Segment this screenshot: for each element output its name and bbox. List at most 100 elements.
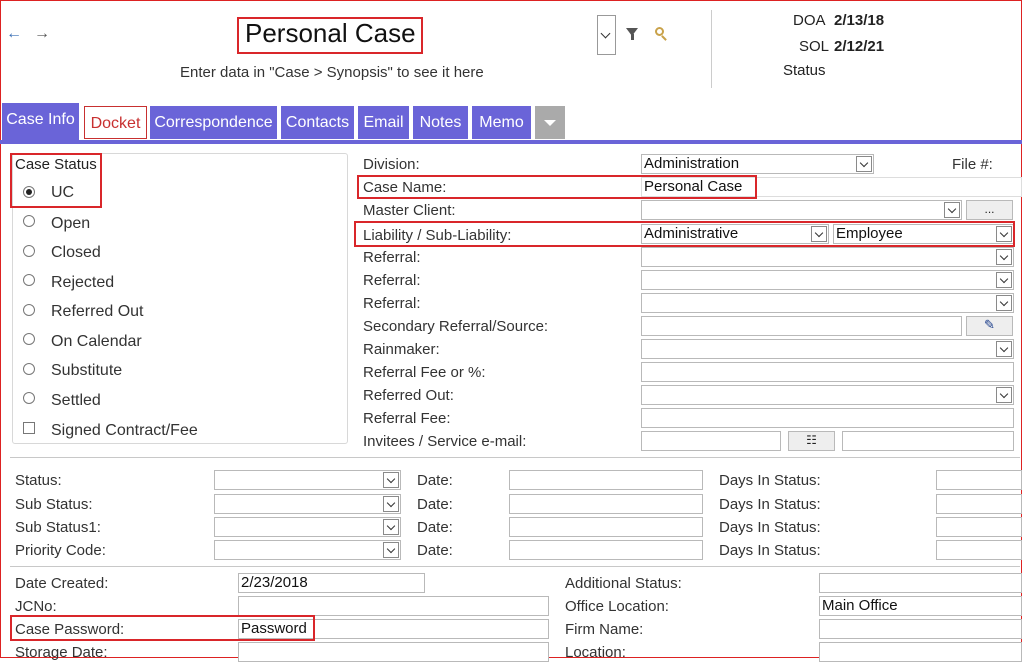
priority-code-select[interactable] — [214, 540, 401, 560]
edit-icon[interactable]: ✎ — [966, 316, 1013, 336]
chevron-down-icon — [383, 496, 399, 512]
referral-1-label: Referral: — [363, 249, 421, 266]
tab-email[interactable]: Email — [358, 106, 409, 139]
firm-name-label: Firm Name: — [565, 621, 644, 638]
chevron-down-icon — [996, 272, 1012, 288]
forward-arrow-icon[interactable]: → — [34, 25, 50, 43]
sub-status-label: Sub Status: — [15, 496, 93, 513]
tab-memo[interactable]: Memo — [472, 106, 531, 139]
location-label: Location: — [565, 644, 626, 661]
address-book-icon[interactable]: ☷ — [788, 431, 835, 451]
file-number-label: File #: — [952, 156, 993, 173]
referred-out-label: Referred Out: — [363, 387, 454, 404]
status-date-field[interactable] — [509, 470, 703, 490]
sub-status-date-label: Date: — [417, 496, 453, 513]
chevron-down-icon — [383, 542, 399, 558]
signed-contract-label: Signed Contract/Fee — [51, 422, 198, 439]
tab-case-info[interactable]: Case Info — [2, 103, 79, 141]
referral-2-label: Referral: — [363, 272, 421, 289]
status-label: Status — [783, 62, 826, 79]
tab-docket[interactable]: Docket — [84, 106, 147, 139]
office-location-label: Office Location: — [565, 598, 669, 615]
invitees-label: Invitees / Service e-mail: — [363, 433, 527, 450]
synopsis-text: Enter data in "Case > Synopsis" to see i… — [180, 64, 484, 81]
sol-value: 2/12/21 — [834, 38, 885, 55]
radio-substitute[interactable] — [23, 363, 35, 375]
radio-open-label: Open — [51, 215, 91, 232]
rainmaker-select[interactable] — [641, 339, 1014, 359]
chevron-down-icon — [996, 341, 1012, 357]
referred-out-select[interactable] — [641, 385, 1014, 405]
rainmaker-label: Rainmaker: — [363, 341, 440, 358]
master-client-select[interactable] — [641, 200, 962, 220]
referral-1-select[interactable] — [641, 247, 1014, 267]
priority-date-field[interactable] — [509, 540, 703, 560]
invitees-field[interactable] — [641, 431, 781, 451]
doa-value: 2/13/18 — [834, 12, 885, 29]
sub-status-days-field[interactable] — [936, 494, 1022, 514]
chevron-down-icon — [996, 249, 1012, 265]
referral-fee-field[interactable] — [641, 408, 1014, 428]
title-highlight — [237, 17, 423, 54]
signed-contract-checkbox[interactable] — [23, 422, 35, 434]
status-date-label: Date: — [417, 472, 453, 489]
sub-status1-date-field[interactable] — [509, 517, 703, 537]
sub-status1-days-label: Days In Status: — [719, 519, 821, 536]
header-dropdown[interactable] — [597, 15, 616, 55]
case-name-highlight — [357, 175, 757, 199]
status-days-label: Days In Status: — [719, 472, 821, 489]
chevron-down-icon — [856, 156, 872, 172]
referral-3-label: Referral: — [363, 295, 421, 312]
radio-rejected-label: Rejected — [51, 274, 115, 291]
radio-substitute-label: Substitute — [51, 362, 123, 379]
radio-settled[interactable] — [23, 392, 35, 404]
referral-fee-pct-label: Referral Fee or %: — [363, 364, 486, 381]
radio-rejected[interactable] — [23, 274, 35, 286]
chevron-down-icon — [383, 519, 399, 535]
secondary-referral-field[interactable] — [641, 316, 962, 336]
radio-uc-label: UC — [51, 184, 75, 201]
priority-date-label: Date: — [417, 542, 453, 559]
date-created-field[interactable]: 2/23/2018 — [238, 573, 425, 593]
radio-closed[interactable] — [23, 245, 35, 257]
jcno-label: JCNo: — [15, 598, 57, 615]
location-field[interactable] — [819, 642, 1022, 662]
master-client-browse-button[interactable]: ... — [966, 200, 1013, 220]
sub-status1-label: Sub Status1: — [15, 519, 101, 536]
radio-uc[interactable] — [23, 186, 35, 198]
sub-status-select[interactable] — [214, 494, 401, 514]
sub-status1-select[interactable] — [214, 517, 401, 537]
referral-3-select[interactable] — [641, 293, 1014, 313]
tab-contacts[interactable]: Contacts — [281, 106, 354, 139]
tab-correspondence[interactable]: Correspondence — [150, 106, 277, 139]
section-divider-1 — [10, 457, 1020, 458]
referral-fee-pct-field[interactable] — [641, 362, 1014, 382]
jcno-field[interactable] — [238, 596, 549, 616]
referral-2-select[interactable] — [641, 270, 1014, 290]
service-email-field[interactable] — [842, 431, 1014, 451]
firm-name-field[interactable] — [819, 619, 1022, 639]
radio-open[interactable] — [23, 215, 35, 227]
storage-date-label: Storage Date: — [15, 644, 108, 661]
tab-more[interactable] — [535, 106, 565, 139]
sub-status-date-field[interactable] — [509, 494, 703, 514]
chevron-down-icon — [944, 202, 960, 218]
tab-notes[interactable]: Notes — [413, 106, 468, 139]
priority-code-label: Priority Code: — [15, 542, 106, 559]
storage-date-field[interactable] — [238, 642, 549, 662]
office-location-field[interactable]: Main Office — [819, 596, 1022, 616]
radio-referred-out[interactable] — [23, 304, 35, 316]
division-value: Administration — [644, 155, 740, 172]
sub-status1-days-field[interactable] — [936, 517, 1022, 537]
radio-on-calendar-label: On Calendar — [51, 333, 142, 350]
tab-underline — [0, 140, 1022, 144]
priority-days-field[interactable] — [936, 540, 1022, 560]
chevron-down-icon — [383, 472, 399, 488]
division-select[interactable]: Administration — [641, 154, 874, 174]
back-arrow-icon[interactable]: ← — [6, 25, 22, 43]
radio-on-calendar[interactable] — [23, 333, 35, 345]
status-days-field[interactable] — [936, 470, 1022, 490]
secondary-referral-label: Secondary Referral/Source: — [363, 318, 549, 335]
additional-status-field[interactable] — [819, 573, 1022, 593]
status-select[interactable] — [214, 470, 401, 490]
